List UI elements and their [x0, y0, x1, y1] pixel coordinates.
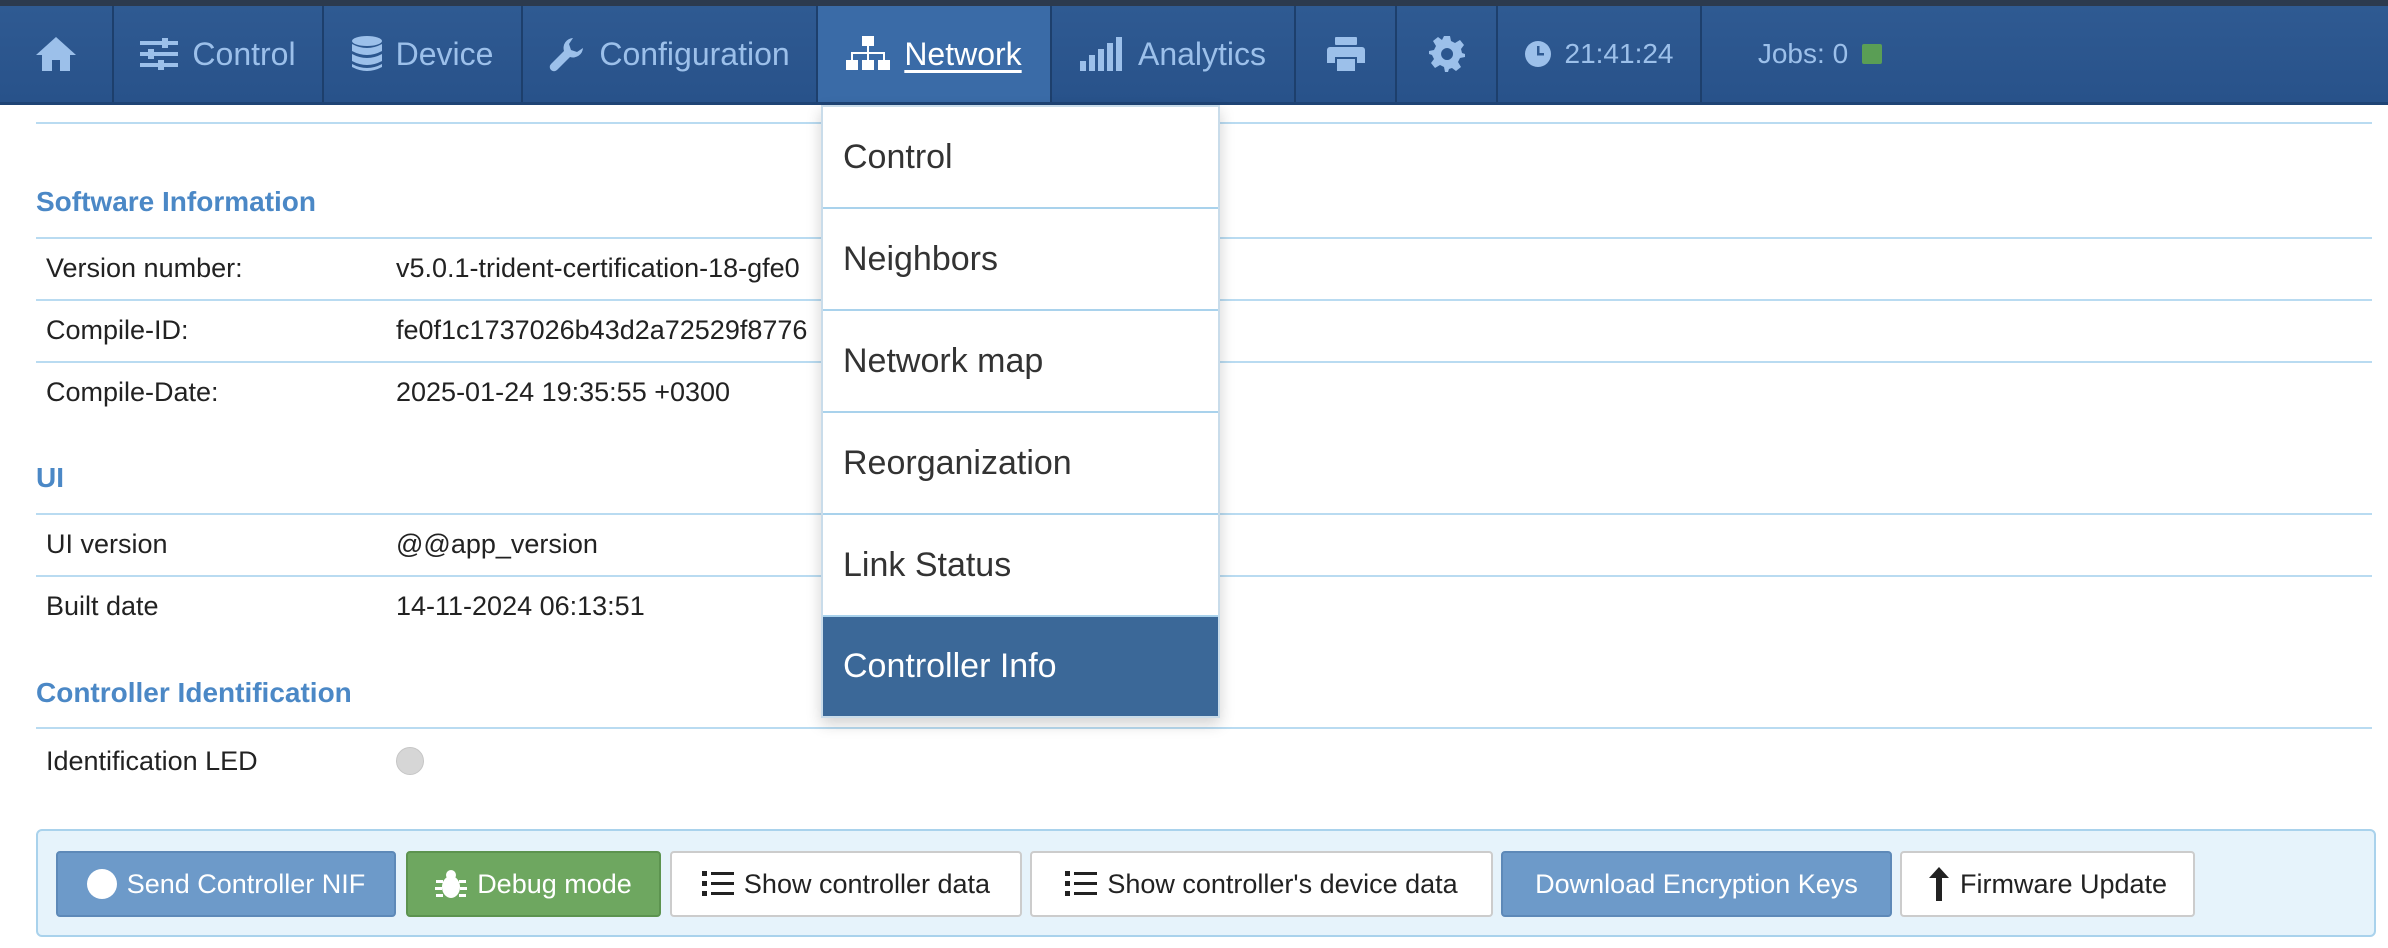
row-key: Compile-Date: [46, 376, 219, 407]
download-encryption-keys-button[interactable]: Download Encryption Keys [1501, 851, 1892, 917]
menu-item-link-status[interactable]: Link Status [823, 515, 1218, 617]
row-key: Compile-ID: [46, 314, 189, 345]
compile-id-value: fe0f1c1737026b43d2a72529f8776 [396, 314, 808, 345]
bug-icon [435, 870, 468, 898]
send-controller-nif-button[interactable]: Send Controller NIF [56, 851, 396, 917]
identification-led-toggle[interactable] [396, 747, 424, 775]
nav-home[interactable] [0, 6, 114, 102]
built-date-value: 14-11-2024 06:13:51 [396, 590, 645, 621]
menu-item-controller-info[interactable]: Controller Info [823, 617, 1218, 716]
nav-configuration-label: Configuration [599, 35, 790, 72]
list-icon [1065, 871, 1098, 896]
nav-device-label: Device [395, 35, 494, 72]
nav-control-label: Control [192, 35, 296, 72]
nav-network-label: Network [904, 35, 1022, 72]
firmware-update-label: Firmware Update [1959, 868, 2168, 899]
nav-network[interactable]: Network [818, 6, 1052, 102]
show-controller-data-button[interactable]: Show controller data [670, 851, 1022, 917]
debug-mode-label: Debug mode [477, 868, 632, 899]
nav-analytics[interactable]: Analytics [1052, 6, 1296, 102]
jobs-count: Jobs: 0 [1757, 38, 1849, 69]
firmware-update-button[interactable]: Firmware Update [1900, 851, 2195, 917]
gear-icon [1428, 36, 1465, 72]
home-icon [36, 37, 76, 71]
version-number-value: v5.0.1-trident-certification-18-gfe0 [396, 252, 800, 283]
show-controller-device-data-label: Show controller's device data [1107, 868, 1458, 899]
debug-mode-button[interactable]: Debug mode [406, 851, 661, 917]
nav-settings[interactable] [1397, 6, 1498, 102]
menu-item-network-map[interactable]: Network map [823, 311, 1218, 413]
clock-icon [1524, 41, 1551, 67]
network-dropdown-menu: Control Neighbors Network map Reorganiza… [821, 105, 1220, 718]
nav-device[interactable]: Device [324, 6, 523, 102]
menu-item-neighbors[interactable]: Neighbors [823, 209, 1218, 311]
circle-icon [86, 869, 117, 899]
action-button-bar: Send Controller NIF Debug mode Show cont… [36, 829, 2376, 937]
printer-icon [1326, 37, 1365, 71]
ui-info-title: UI [36, 462, 64, 493]
row-key: Version number: [46, 252, 243, 283]
controller-identification-title: Controller Identification [36, 677, 352, 708]
nav-configuration[interactable]: Configuration [523, 6, 818, 102]
download-encryption-keys-label: Download Encryption Keys [1535, 868, 1858, 899]
jobs-status-indicator [1862, 44, 1883, 64]
show-controller-data-label: Show controller data [743, 868, 991, 899]
table-row: Identification LED [36, 727, 2372, 793]
show-controller-device-data-button[interactable]: Show controller's device data [1030, 851, 1493, 917]
sliders-icon [140, 38, 179, 70]
compile-date-value: 2025-01-24 19:35:55 +0300 [396, 376, 731, 407]
database-icon [351, 36, 382, 71]
send-controller-nif-label: Send Controller NIF [126, 868, 366, 899]
nav-clock: 21:41:24 [1498, 6, 1702, 102]
main-navbar: Control Device Configuration Network Ana… [0, 6, 2388, 105]
upload-arrow-icon [1928, 867, 1949, 901]
nav-jobs[interactable]: Jobs: 0 [1702, 6, 1938, 102]
sitemap-icon [846, 36, 891, 70]
list-icon [701, 871, 734, 896]
row-key: Identification LED [46, 745, 258, 776]
nav-control[interactable]: Control [114, 6, 324, 102]
row-key: UI version [46, 528, 168, 559]
nav-analytics-label: Analytics [1137, 35, 1267, 72]
nav-print[interactable] [1296, 6, 1397, 102]
ui-version-value: @@app_version [396, 528, 598, 559]
wrench-icon [550, 38, 584, 72]
menu-item-control[interactable]: Control [823, 107, 1218, 209]
menu-item-reorganization[interactable]: Reorganization [823, 413, 1218, 515]
software-info-title: Software Information [36, 186, 317, 217]
row-key: Built date [46, 590, 159, 621]
signal-bars-icon [1079, 37, 1122, 71]
clock-time: 21:41:24 [1564, 38, 1674, 69]
